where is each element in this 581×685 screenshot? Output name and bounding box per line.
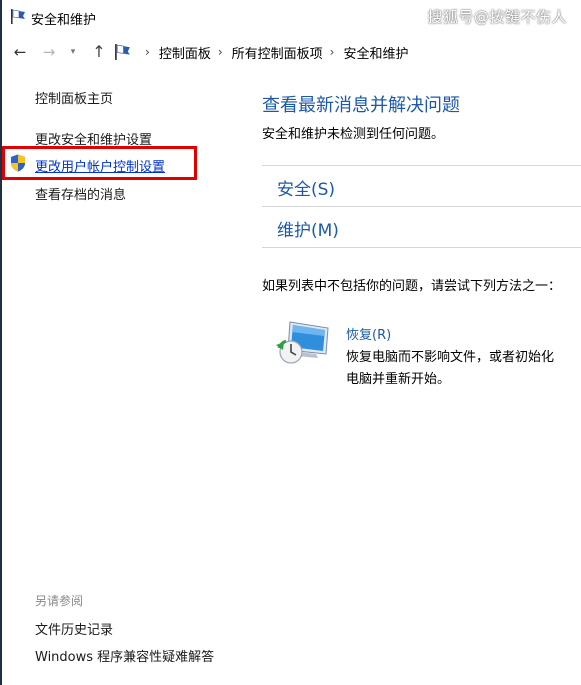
- security-flag-icon: [11, 9, 25, 24]
- section-maintenance-header[interactable]: 维护(M): [277, 216, 339, 241]
- recent-locations-button[interactable]: ▾: [66, 41, 80, 63]
- main-content: 查看最新消息并解决问题 安全和维护未检测到任何问题。 安全(S) 维护(M) 如…: [262, 70, 581, 685]
- sidebar-item-archived-messages[interactable]: 查看存档的消息: [35, 184, 126, 203]
- uac-shield-icon: [11, 154, 25, 172]
- divider: [262, 247, 581, 248]
- watermark-text: 搜狐号@按键不伤人: [427, 8, 567, 26]
- title-bar: 安全和维护 搜狐号@按键不伤人: [0, 0, 581, 34]
- arrow-up-icon: ↑: [92, 42, 106, 61]
- sidebar-item-home[interactable]: 控制面板主页: [35, 88, 113, 107]
- recovery-icon: [276, 321, 329, 364]
- chevron-right-icon[interactable]: ›: [330, 45, 335, 59]
- sidebar-item-change-uac-settings[interactable]: 更改用户帐户控制设置: [35, 156, 165, 175]
- divider: [262, 206, 581, 207]
- sidebar-item-file-history[interactable]: 文件历史记录: [35, 619, 113, 638]
- see-also-label: 另请参阅: [35, 594, 84, 608]
- breadcrumb-security-maintenance[interactable]: 安全和维护: [343, 43, 408, 62]
- status-message: 安全和维护未检测到任何问题。: [262, 127, 445, 142]
- control-panel-window: 安全和维护 搜狐号@按键不伤人 ← → ▾ ↑ › 控制面板 › 所有控制面板项…: [0, 0, 581, 685]
- forward-button[interactable]: →: [39, 41, 59, 63]
- breadcrumb: › 控制面板 › 所有控制面板项 › 安全和维护: [114, 38, 408, 66]
- breadcrumb-all-items[interactable]: 所有控制面板项: [232, 43, 323, 62]
- chevron-right-icon[interactable]: ›: [145, 45, 150, 59]
- address-bar: ← → ▾ ↑ › 控制面板 › 所有控制面板项 › 安全和维护: [0, 38, 581, 66]
- page-title: 查看最新消息并解决问题: [262, 95, 460, 116]
- section-security-header[interactable]: 安全(S): [277, 175, 335, 200]
- sidebar-item-compat-troubleshooter[interactable]: Windows 程序兼容性疑难解答: [35, 646, 214, 665]
- recovery-link[interactable]: 恢复(R): [346, 324, 391, 343]
- recovery-description: 恢复电脑而不影响文件，或者初始化电脑并重新开始。: [346, 350, 555, 387]
- back-button[interactable]: ←: [10, 41, 30, 63]
- chevron-right-icon[interactable]: ›: [218, 45, 223, 59]
- arrow-left-icon: ←: [13, 43, 27, 61]
- chevron-down-icon: ▾: [70, 47, 76, 57]
- up-button[interactable]: ↑: [89, 41, 109, 63]
- divider: [262, 165, 581, 166]
- breadcrumb-control-panel[interactable]: 控制面板: [159, 43, 211, 62]
- arrow-right-icon: →: [42, 43, 56, 61]
- troubleshoot-hint: 如果列表中不包括你的问题，请尝试下列方法之一：: [262, 279, 562, 294]
- sidebar: 控制面板主页 更改安全和维护设置 更改用户帐户控制设置 查看存档的消息 另请参阅…: [0, 70, 240, 685]
- window-title: 安全和维护: [31, 13, 97, 28]
- security-flag-icon: [115, 44, 130, 60]
